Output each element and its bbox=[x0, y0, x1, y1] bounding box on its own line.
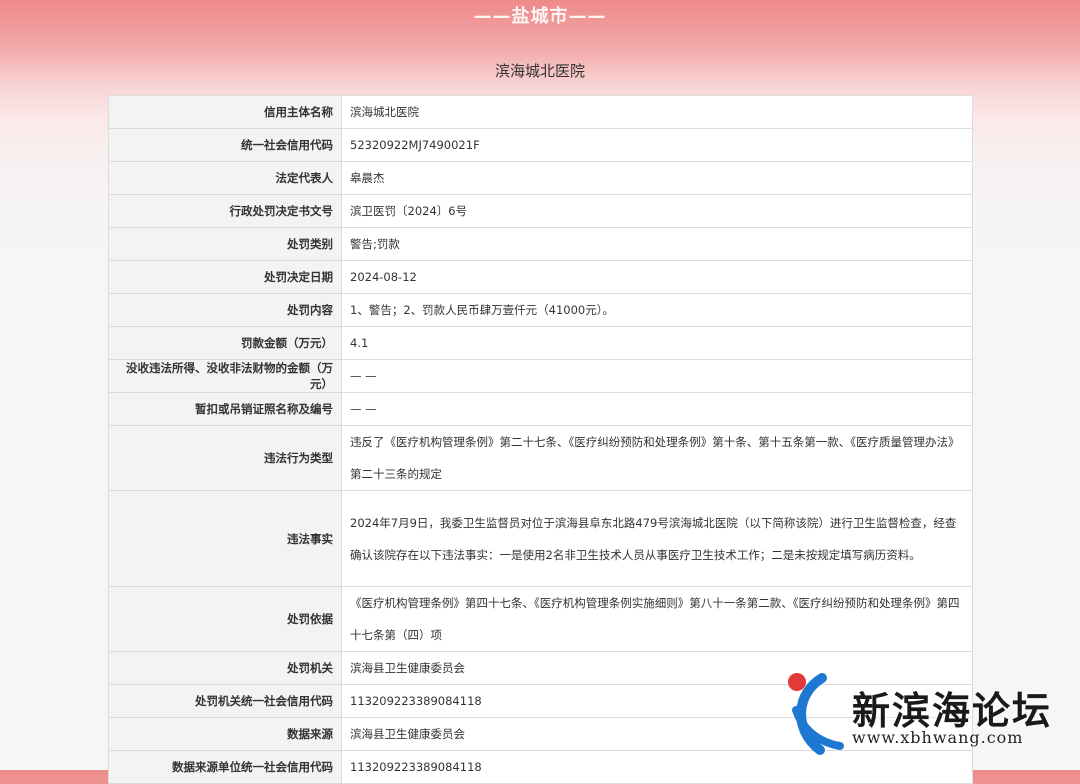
row-label: 法定代表人 bbox=[108, 161, 342, 195]
table-row: 违法行为类型 违反了《医疗机构管理条例》第二十七条、《医疗纠纷预防和处理条例》第… bbox=[108, 425, 973, 491]
row-label: 行政处罚决定书文号 bbox=[108, 194, 342, 228]
row-value: 2024年7月9日，我委卫生监督员对位于滨海县阜东北路479号滨海城北医院（以下… bbox=[341, 490, 973, 587]
row-value: 1、警告；2、罚款人民币肆万壹仟元（41000元）。 bbox=[341, 293, 973, 327]
forum-watermark: 新滨海论坛 www.xbhwang.com bbox=[782, 668, 1072, 758]
row-value: 滨海城北医院 bbox=[341, 95, 973, 129]
forum-logo-icon bbox=[788, 673, 844, 755]
row-label: 数据来源单位统一社会信用代码 bbox=[108, 750, 342, 784]
table-row: 处罚依据 《医疗机构管理条例》第四十七条、《医疗机构管理条例实施细则》第八十一条… bbox=[108, 586, 973, 652]
table-row: 违法事实 2024年7月9日，我委卫生监督员对位于滨海县阜东北路479号滨海城北… bbox=[108, 490, 973, 587]
table-row: 没收违法所得、没收非法财物的金额（万元） — — bbox=[108, 359, 973, 393]
row-label: 处罚决定日期 bbox=[108, 260, 342, 294]
row-label: 处罚机关统一社会信用代码 bbox=[108, 684, 342, 718]
row-value: 违反了《医疗机构管理条例》第二十七条、《医疗纠纷预防和处理条例》第十条、第十五条… bbox=[341, 425, 973, 491]
table-row: 法定代表人 皋晨杰 bbox=[108, 161, 973, 195]
row-label: 信用主体名称 bbox=[108, 95, 342, 129]
row-label: 没收违法所得、没收非法财物的金额（万元） bbox=[108, 359, 342, 393]
table-row: 处罚类别 警告;罚款 bbox=[108, 227, 973, 261]
page-title: 滨海城北医院 bbox=[494, 62, 585, 80]
watermark-url: www.xbhwang.com bbox=[852, 728, 1024, 747]
row-value: — — bbox=[341, 359, 973, 393]
row-label: 违法行为类型 bbox=[108, 425, 342, 491]
table-row: 罚款金额（万元） 4.1 bbox=[108, 326, 973, 360]
table-row: 信用主体名称 滨海城北医院 bbox=[108, 95, 973, 129]
table-row: 暂扣或吊销证照名称及编号 — — bbox=[108, 392, 973, 426]
row-value: 滨卫医罚〔2024〕6号 bbox=[341, 194, 973, 228]
row-value: 皋晨杰 bbox=[341, 161, 973, 195]
row-label: 处罚类别 bbox=[108, 227, 342, 261]
row-label: 罚款金额（万元） bbox=[108, 326, 342, 360]
row-label: 处罚机关 bbox=[108, 651, 342, 685]
row-value: 警告;罚款 bbox=[341, 227, 973, 261]
table-row: 行政处罚决定书文号 滨卫医罚〔2024〕6号 bbox=[108, 194, 973, 228]
table-row: 处罚内容 1、警告；2、罚款人民币肆万壹仟元（41000元）。 bbox=[108, 293, 973, 327]
row-value: 2024-08-12 bbox=[341, 260, 973, 294]
row-label: 统一社会信用代码 bbox=[108, 128, 342, 162]
watermark-name: 新滨海论坛 bbox=[852, 689, 1053, 733]
row-value: — — bbox=[341, 392, 973, 426]
table-row: 处罚决定日期 2024-08-12 bbox=[108, 260, 973, 294]
row-value: 4.1 bbox=[341, 326, 973, 360]
row-label: 处罚依据 bbox=[108, 586, 342, 652]
row-label: 暂扣或吊销证照名称及编号 bbox=[108, 392, 342, 426]
row-label: 处罚内容 bbox=[108, 293, 342, 327]
city-title: ——盐城市—— bbox=[473, 6, 607, 27]
row-value: 《医疗机构管理条例》第四十七条、《医疗机构管理条例实施细则》第八十一条第二款、《… bbox=[341, 586, 973, 652]
row-value: 52320922MJ7490021F bbox=[341, 128, 973, 162]
row-label: 数据来源 bbox=[108, 717, 342, 751]
table-row: 统一社会信用代码 52320922MJ7490021F bbox=[108, 128, 973, 162]
row-label: 违法事实 bbox=[108, 490, 342, 587]
